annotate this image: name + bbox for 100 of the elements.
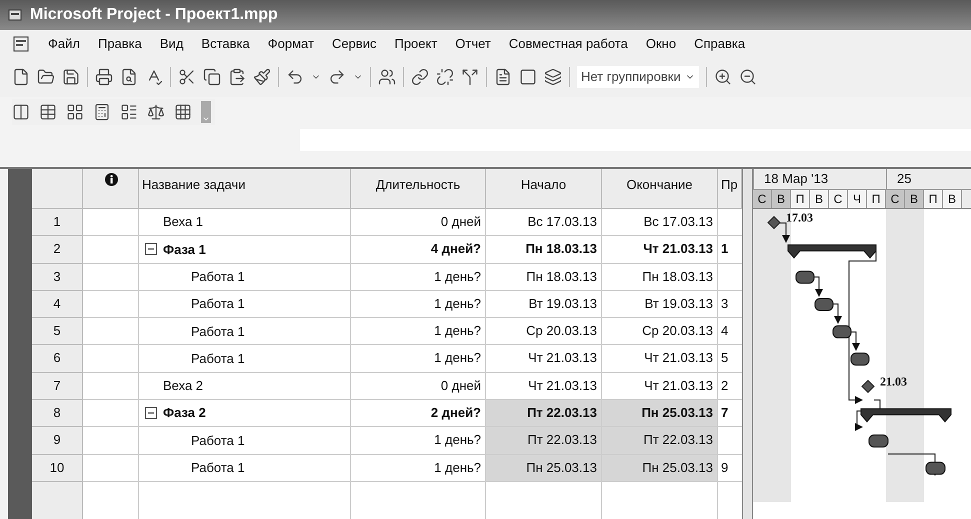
row-number-cell[interactable]: 4 (32, 290, 83, 318)
link-icon[interactable] (411, 68, 429, 86)
milestone-date-label: 17.03 (786, 210, 813, 225)
task-name: Работа 1 (191, 459, 245, 478)
day-header: В (943, 190, 962, 208)
grid-icon[interactable] (66, 103, 84, 121)
undo-icon[interactable] (286, 68, 304, 86)
dependency-arrow (814, 276, 823, 297)
unlink-icon[interactable] (436, 68, 454, 86)
finish-date-cell: Ср 20.03.13 (602, 318, 718, 346)
menu-item[interactable]: Отчет (455, 34, 491, 54)
finish-date-cell: Пн 18.03.13 (602, 264, 718, 291)
milestone-diamond (861, 380, 875, 394)
finish-date-cell: Чт 21.03.13 (602, 372, 718, 400)
sheet-icon[interactable] (174, 103, 192, 121)
menu-item[interactable]: Совместная работа (508, 34, 628, 54)
column-header[interactable]: Длительность (351, 169, 486, 209)
day-header: П (924, 190, 943, 208)
row-number-cell[interactable]: 9 (32, 427, 83, 455)
copy-icon[interactable] (203, 68, 221, 86)
row-number-cell[interactable] (32, 482, 83, 519)
finish-date-cell: Пт 22.03.13 (602, 427, 718, 455)
menu-item[interactable]: Формат (268, 34, 314, 54)
splitter[interactable] (742, 169, 752, 519)
save-icon[interactable] (62, 68, 80, 86)
day-header: П (867, 190, 886, 208)
grouping-dropdown[interactable]: Нет группировки (577, 66, 699, 88)
task-name: Работа 1 (191, 295, 245, 314)
layers-icon[interactable] (544, 68, 562, 86)
dependency-arrow (832, 304, 842, 324)
finish-date-cell: Вс 17.03.13 (602, 209, 718, 236)
week-header: 18 Мар '13 (754, 169, 887, 189)
people-icon[interactable] (378, 68, 396, 86)
list-icon[interactable] (120, 103, 138, 121)
start-date-cell: Ср 20.03.13 (486, 318, 602, 346)
task-name: Веха 1 (163, 213, 204, 232)
open-folder-icon[interactable] (37, 68, 55, 86)
new-file-icon[interactable] (12, 68, 30, 86)
start-date-cell: Пт 22.03.13 (486, 400, 602, 428)
dependency-arrow (780, 222, 790, 243)
row-number-cell[interactable]: 8 (32, 400, 83, 428)
collapse-icon[interactable] (145, 407, 157, 420)
scales-icon[interactable] (147, 103, 165, 121)
menu-item[interactable]: Окно (646, 34, 676, 54)
finish-date-cell: Пн 25.03.13 (602, 400, 718, 428)
row-number-cell[interactable]: 2 (32, 236, 83, 264)
task-name: Фаза 2 (163, 404, 206, 422)
finish-date-cell: Чт 21.03.13 (602, 345, 718, 373)
start-date-cell: Пн 25.03.13 (486, 454, 602, 482)
row-number-cell[interactable]: 1 (32, 209, 83, 236)
caret-icon (202, 115, 210, 123)
start-date-cell: Вт 19.03.13 (486, 290, 602, 318)
menu-item[interactable]: Файл (48, 34, 80, 54)
window-title: Microsoft Project - Проект1.mpp (30, 5, 278, 25)
menu-item[interactable]: Вид (160, 34, 184, 54)
calculator-icon[interactable] (93, 103, 111, 121)
start-date-cell: Чт 21.03.13 (486, 372, 602, 400)
day-header: Ч (848, 190, 867, 208)
menu-item[interactable]: Сервис (332, 34, 376, 54)
finish-date-cell: Чт 21.03.13 (602, 236, 718, 264)
menu-item[interactable]: Справка (694, 34, 746, 54)
finish-date-cell: Вт 19.03.13 (602, 290, 718, 318)
print-icon[interactable] (95, 68, 113, 86)
task-bar (868, 434, 888, 448)
day-header: В (905, 190, 924, 208)
column-header[interactable]: Название задачи (139, 169, 351, 209)
paste-icon[interactable] (228, 68, 246, 86)
app-icon (8, 8, 22, 22)
milestone-diamond (767, 216, 781, 230)
day-header: В (772, 190, 791, 208)
split-icon[interactable] (461, 68, 479, 86)
day-header: С (753, 190, 772, 208)
row-number-cell[interactable]: 6 (32, 345, 83, 373)
zoom-in-icon[interactable] (714, 68, 732, 86)
task-name: Фаза 1 (163, 240, 206, 259)
row-number-cell[interactable]: 7 (32, 372, 83, 400)
columns-icon[interactable] (12, 103, 30, 121)
row-number-cell[interactable]: 5 (32, 318, 83, 346)
menu-item[interactable]: Вставка (201, 34, 250, 54)
day-header: С (886, 190, 905, 208)
column-header[interactable] (83, 169, 139, 209)
task-name: Веха 2 (163, 377, 204, 396)
task-bar (926, 462, 946, 475)
task-name: Работа 1 (191, 322, 245, 341)
print-preview-icon[interactable] (120, 68, 138, 86)
window-icon[interactable] (519, 68, 537, 86)
redo-icon[interactable] (328, 68, 346, 86)
finish-date-cell: Пн 25.03.13 (602, 454, 718, 482)
task-name: Работа 1 (191, 268, 245, 286)
row-number-cell[interactable]: 10 (32, 454, 83, 482)
start-date-cell: Вс 17.03.13 (486, 209, 602, 236)
menu-item[interactable]: Проект (394, 34, 438, 54)
table-icon[interactable] (39, 103, 57, 121)
zoom-out-icon[interactable] (738, 68, 757, 86)
collapse-icon[interactable] (145, 243, 157, 256)
cut-icon[interactable] (178, 68, 196, 86)
notes-icon[interactable] (494, 68, 512, 86)
menu-item[interactable]: Правка (98, 34, 142, 54)
row-number-cell[interactable]: 3 (32, 264, 83, 291)
format-painter-icon[interactable] (253, 68, 271, 86)
